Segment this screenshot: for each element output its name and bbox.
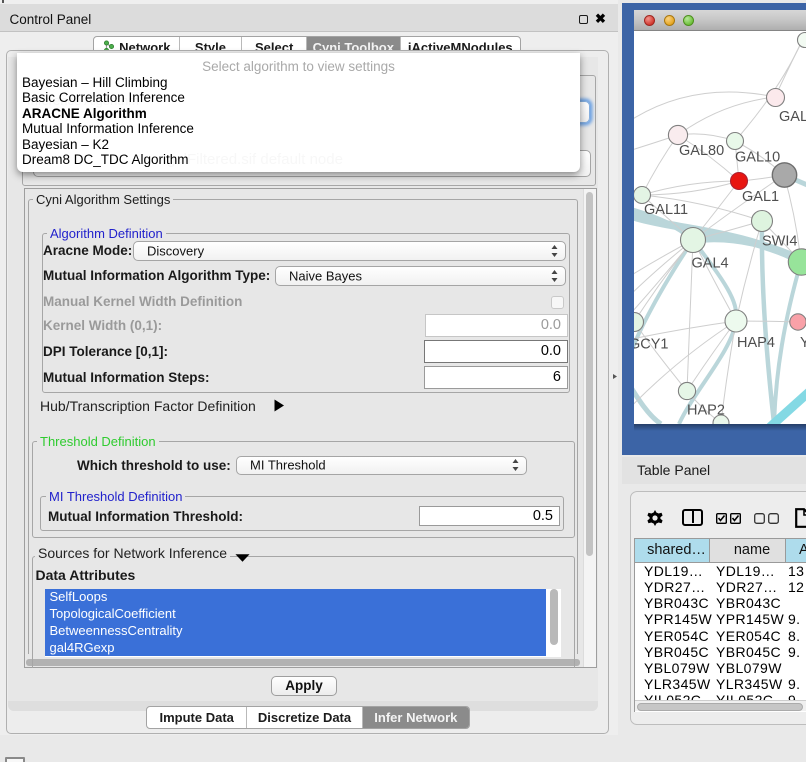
svg-text:GCY1: GCY1 xyxy=(634,337,669,353)
svg-text:HAP2: HAP2 xyxy=(687,403,725,419)
svg-text:YJ: YJ xyxy=(800,335,806,351)
svg-text:GAL10: GAL10 xyxy=(735,150,780,166)
svg-text:HAP4: HAP4 xyxy=(737,335,775,351)
svg-text:GAL7: GAL7 xyxy=(779,109,806,125)
svg-text:GAL1: GAL1 xyxy=(742,189,779,205)
svg-text:GAL80: GAL80 xyxy=(679,143,724,159)
svg-text:GAL11: GAL11 xyxy=(644,202,688,218)
svg-text:GAL4: GAL4 xyxy=(692,256,729,272)
svg-text:SWI4: SWI4 xyxy=(762,234,797,250)
